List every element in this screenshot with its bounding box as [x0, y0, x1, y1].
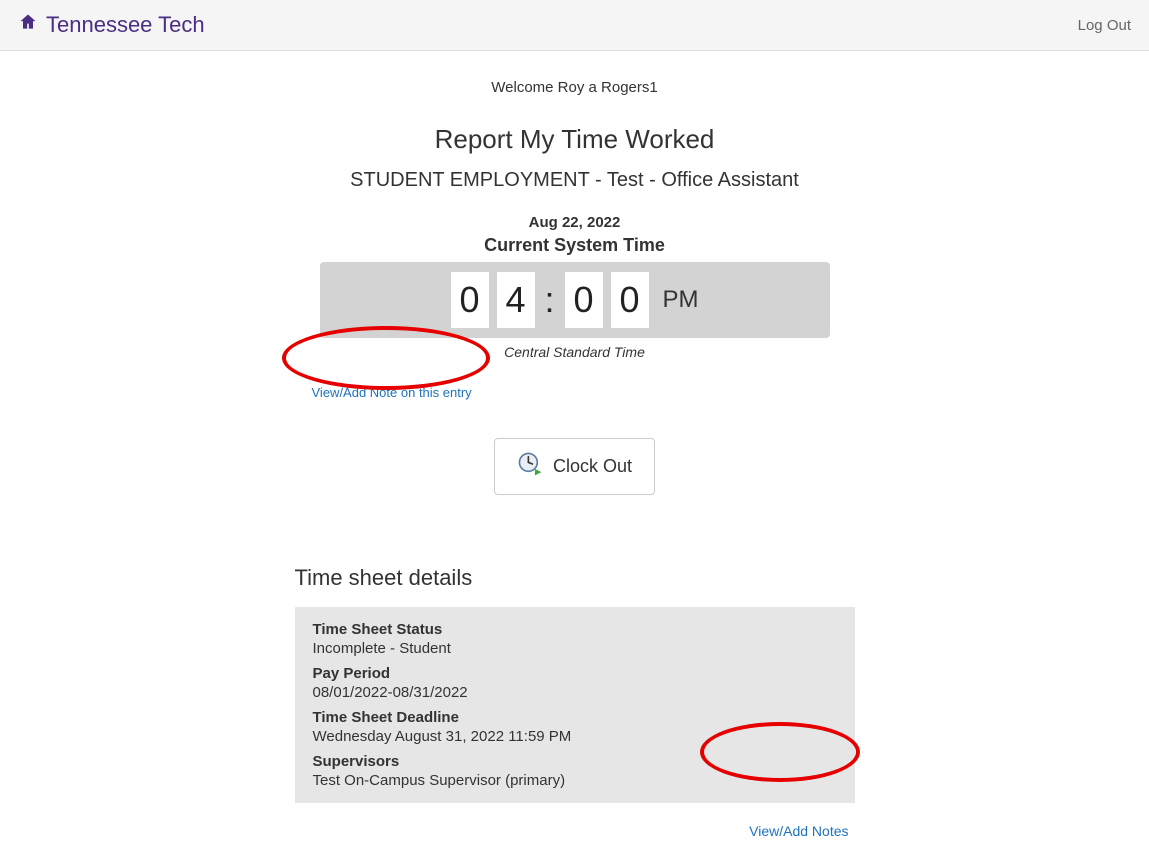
- logout-link[interactable]: Log Out: [1078, 17, 1131, 34]
- supervisors-value: Test On-Campus Supervisor (primary): [313, 772, 837, 789]
- entry-note-row: View/Add Note on this entry: [320, 384, 830, 402]
- clock-digit-min-tens: 0: [565, 272, 603, 328]
- details-heading: Time sheet details: [295, 565, 855, 591]
- payperiod-value: 08/01/2022-08/31/2022: [313, 684, 837, 701]
- position-title: STUDENT EMPLOYMENT - Test - Office Assis…: [0, 169, 1149, 192]
- timesheet-details-section: Time sheet details Time Sheet Status Inc…: [295, 565, 855, 841]
- clock-display: 0 4 : 0 0 PM: [320, 262, 830, 338]
- status-value: Incomplete - Student: [313, 640, 837, 657]
- current-date: Aug 22, 2022: [0, 214, 1149, 231]
- deadline-label: Time Sheet Deadline: [313, 709, 837, 726]
- system-time-label: Current System Time: [0, 235, 1149, 256]
- home-icon: [18, 12, 38, 38]
- payperiod-label: Pay Period: [313, 665, 837, 682]
- clock-ampm: PM: [663, 286, 699, 314]
- brand-name: Tennessee Tech: [46, 12, 205, 38]
- welcome-text: Welcome Roy a Rogers1: [0, 79, 1149, 96]
- clock-out-button[interactable]: Clock Out: [494, 438, 655, 495]
- view-add-notes-link[interactable]: View/Add Notes: [749, 823, 848, 839]
- supervisors-label: Supervisors: [313, 753, 837, 770]
- page-header: Tennessee Tech Log Out: [0, 0, 1149, 51]
- details-box: Time Sheet Status Incomplete - Student P…: [295, 607, 855, 803]
- clock-digit-min-ones: 0: [611, 272, 649, 328]
- clock-icon: [517, 451, 543, 482]
- timezone-label: Central Standard Time: [0, 344, 1149, 360]
- status-label: Time Sheet Status: [313, 621, 837, 638]
- main-content: Welcome Roy a Rogers1 Report My Time Wor…: [0, 51, 1149, 841]
- clock-colon: :: [543, 279, 557, 321]
- view-add-note-entry-link[interactable]: View/Add Note on this entry: [312, 385, 472, 400]
- brand-home-link[interactable]: Tennessee Tech: [18, 12, 205, 38]
- notes-link-row: View/Add Notes: [295, 823, 855, 841]
- deadline-value: Wednesday August 31, 2022 11:59 PM: [313, 728, 837, 745]
- clock-out-label: Clock Out: [553, 456, 632, 477]
- clock-digit-hour-tens: 0: [451, 272, 489, 328]
- page-title: Report My Time Worked: [0, 124, 1149, 155]
- clock-digit-hour-ones: 4: [497, 272, 535, 328]
